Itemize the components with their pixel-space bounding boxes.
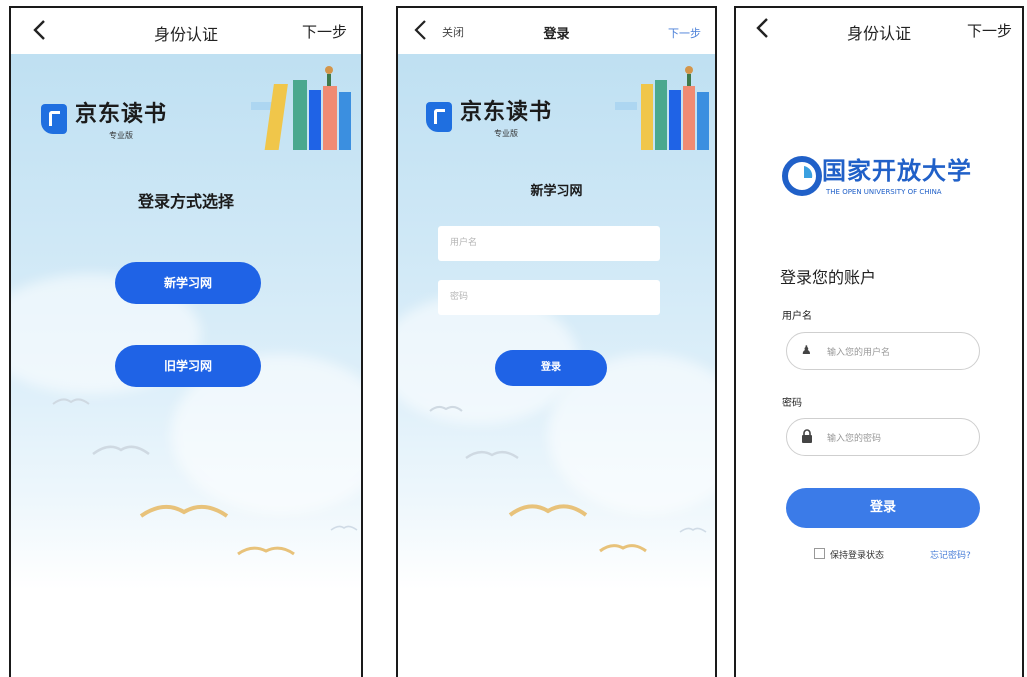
jd-read-mark-icon	[426, 101, 452, 132]
flying-book-icon	[508, 504, 588, 517]
next-step-button[interactable]: 下一步	[302, 21, 347, 42]
new-learning-net-heading: 新学习网	[530, 184, 583, 199]
forgot-password-link[interactable]: 忘记密码?	[930, 548, 971, 561]
flying-book-icon	[330, 525, 358, 531]
university-login-screen: 身份认证 下一步 国家开放大学 THE OPEN UNIVERSITY OF C…	[734, 6, 1024, 677]
login-account-heading: 登录您的账户	[780, 268, 877, 287]
books-illustration-icon	[251, 66, 351, 150]
flying-book-icon	[237, 546, 295, 556]
new-learning-net-button[interactable]: 新学习网	[115, 262, 261, 304]
brand-name: 京东读书	[460, 100, 553, 125]
password-input[interactable]: 输入您的密码	[786, 418, 980, 456]
flying-book-icon	[92, 445, 150, 456]
flying-book-icon	[465, 450, 519, 459]
login-method-heading: 登录方式选择	[137, 192, 234, 211]
top-bar: 身份认证 下一步	[736, 8, 1022, 54]
flying-book-icon	[599, 544, 647, 553]
jd-read-logo: 京东读书 专业版	[426, 94, 552, 139]
top-bar: 关闭 登录 下一步	[398, 8, 715, 54]
username-input[interactable]: 用户名	[438, 226, 660, 261]
flying-book-icon	[139, 504, 229, 518]
sky-background: 京东读书 专业版 登录方式选择 新学习网 旧学习网	[11, 54, 361, 677]
old-learning-net-button[interactable]: 旧学习网	[115, 345, 261, 387]
remember-login-label: 保持登录状态	[830, 551, 885, 561]
next-step-button[interactable]: 下一步	[967, 20, 1012, 41]
flying-book-icon	[429, 405, 463, 412]
brand-name: 京东读书	[75, 102, 168, 127]
password-placeholder: 输入您的密码	[827, 434, 882, 444]
username-label: 用户名	[782, 311, 812, 322]
brand-subtitle: 专业版	[109, 131, 133, 140]
login-button[interactable]: 登录	[786, 488, 980, 528]
books-illustration-icon	[615, 66, 709, 150]
login-screen: 关闭 登录 下一步 京东读书 专业版 新学习网 用户名 密码 登录	[396, 6, 717, 677]
flying-book-icon	[52, 398, 90, 405]
next-step-button[interactable]: 下一步	[668, 25, 701, 41]
password-input[interactable]: 密码	[438, 280, 660, 315]
login-button[interactable]: 登录	[495, 350, 607, 386]
open-university-emblem-icon	[782, 156, 822, 196]
university-english-name: THE OPEN UNIVERSITY OF CHINA	[826, 188, 942, 196]
university-name: 国家开放大学	[822, 157, 972, 185]
username-placeholder: 输入您的用户名	[827, 348, 891, 358]
brand-subtitle: 专业版	[494, 129, 518, 138]
lock-icon	[801, 429, 813, 446]
user-icon: ♟	[801, 343, 812, 357]
password-label: 密码	[782, 398, 802, 409]
top-bar: 身份认证 下一步	[11, 8, 361, 54]
identity-auth-screen: 身份认证 下一步 京东读书 专业版 登录方式选择 新学习网 旧学习网	[9, 6, 363, 677]
flying-book-icon	[679, 527, 707, 533]
username-input[interactable]: ♟ 输入您的用户名	[786, 332, 980, 370]
jd-read-logo: 京东读书 专业版	[41, 96, 167, 141]
sky-background: 京东读书 专业版 新学习网 用户名 密码 登录	[398, 54, 715, 677]
jd-read-mark-icon	[41, 103, 67, 134]
remember-login-checkbox[interactable]	[814, 548, 825, 559]
